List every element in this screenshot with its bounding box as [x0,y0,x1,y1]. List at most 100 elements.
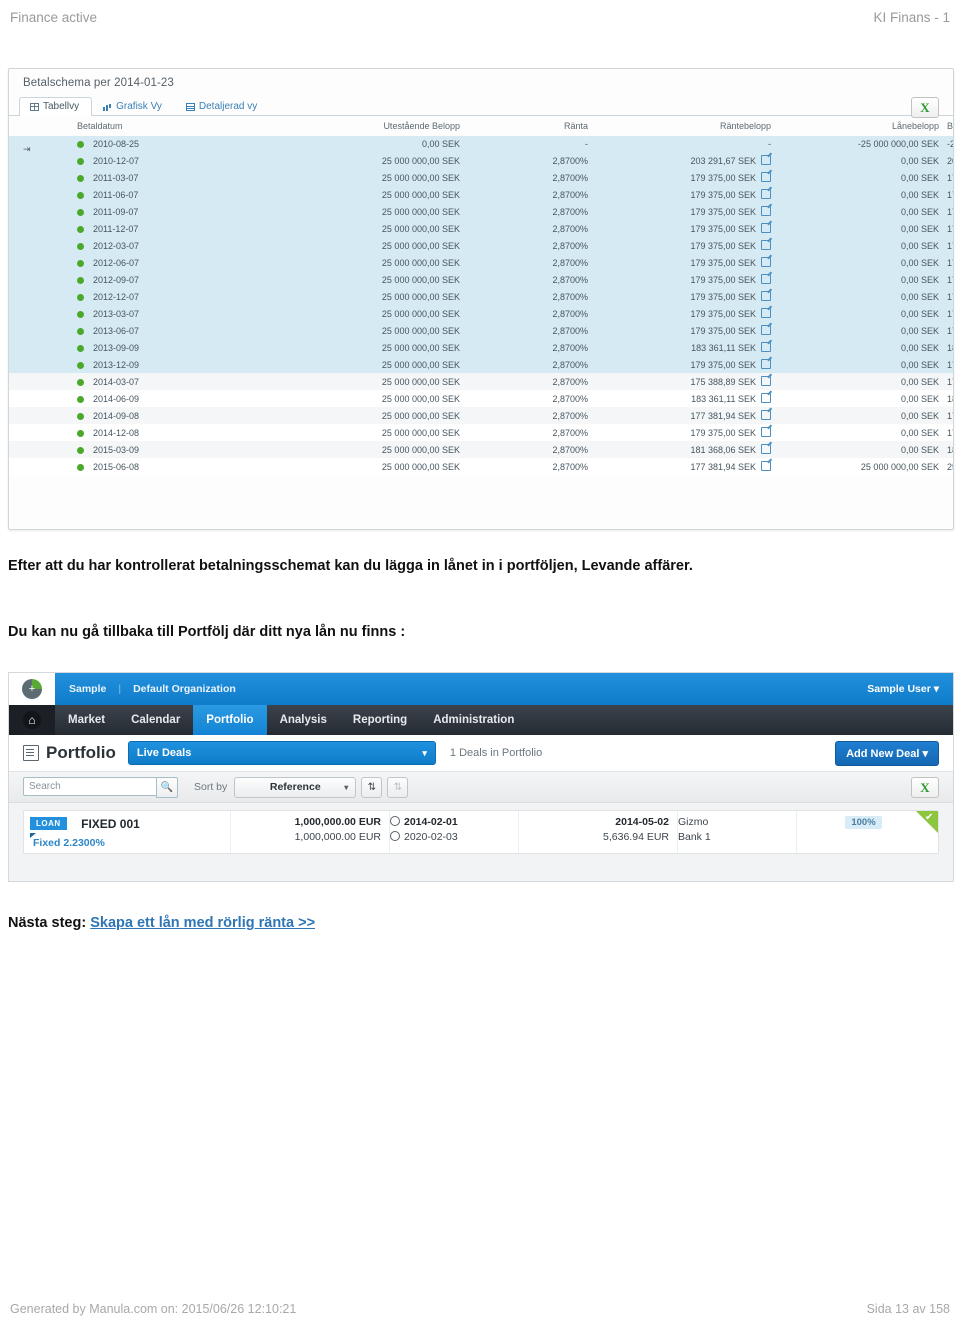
edit-icon[interactable] [761,325,771,335]
table-row[interactable]: 2013-12-09 25 000 000,00 SEK 2,8700% 179 37… [9,356,953,373]
paragraph-one: Efter att du har kontrollerat betalnings… [8,558,693,574]
column-utestaende-belopp[interactable]: Utestående Belopp [295,116,468,136]
betaldatum-value: 2014-12-08 [93,427,140,438]
status-dot-icon [77,429,84,437]
cell-betalbelopp: 25 177 381,94 SEK [947,458,953,475]
deal-list-item[interactable]: LOAN FIXED 001 Fixed 2.2300% 1,000,000.0… [23,810,939,854]
table-row[interactable]: 2012-12-07 25 000 000,00 SEK 2,8700% 179 37… [9,288,953,305]
tab-tabellvy[interactable]: Tabellvy [19,97,93,116]
check-icon: ✔ [925,812,934,823]
add-new-deal-button[interactable]: Add New Deal ▾ [835,740,939,766]
cell-utestaende-belopp: 25 000 000,00 SEK [295,407,468,424]
column-ranta[interactable]: Ränta [468,116,596,136]
edit-icon[interactable] [761,172,771,182]
table-row[interactable]: 2013-03-07 25 000 000,00 SEK 2,8700% 179 37… [9,305,953,322]
sort-descending-button[interactable]: ⇅ [387,776,409,798]
betaldatum-value: 2013-06-07 [93,325,140,336]
edit-icon[interactable] [761,376,771,386]
schedule-panel-title: Betalschema per 2014-01-23 [23,77,174,89]
deals-filter-dropdown[interactable]: Live Deals ▾ [127,741,436,765]
nav-item-analysis[interactable]: Analysis [267,705,340,735]
org-name-primary[interactable]: Sample [69,683,106,695]
cell-betaldatum: 2012-06-07 [43,254,295,271]
table-row[interactable]: ⇥ 2010-08-25 0,00 SEK - - -25 000 000,00 SEK -… [9,136,953,154]
table-row[interactable]: 2014-12-08 25 000 000,00 SEK 2,8700% 179 37… [9,424,953,441]
search-input[interactable]: Search [23,776,156,796]
org-name-secondary[interactable]: Default Organization [133,683,236,695]
edit-icon[interactable] [761,240,771,250]
edit-icon[interactable] [761,291,771,301]
cell-rantebelopp-value: 183 361,11 SEK [691,343,756,353]
deal-type-badge-wrap: LOAN [30,815,67,838]
status-dot-icon [77,141,84,149]
table-row[interactable]: 2014-06-09 25 000 000,00 SEK 2,8700% 183 36… [9,390,953,407]
edit-icon[interactable] [761,427,771,437]
edit-icon[interactable] [761,410,771,420]
cell-rantebelopp: 179 375,00 SEK [596,288,779,305]
column-rantebelopp[interactable]: Räntebelopp [596,116,779,136]
cell-betalbelopp-value: 179 375,00 SEK [947,206,953,217]
column-betalbelopp[interactable]: Betalbelopp [947,116,953,136]
home-button[interactable] [9,705,55,735]
table-row[interactable]: 2011-09-07 25 000 000,00 SEK 2,8700% 179 37… [9,203,953,220]
export-excel-button-portfolio[interactable]: X [911,777,939,798]
cell-ranta-value: 2,8700% [552,376,588,387]
cell-betalbelopp: 183 361,11 SEK [947,339,953,356]
table-row[interactable]: 2013-09-09 25 000 000,00 SEK 2,8700% 183 36… [9,339,953,356]
cell-betalbelopp: -25 000 000,00 SEK [947,136,953,152]
table-row[interactable]: 2012-03-07 25 000 000,00 SEK 2,8700% 179 37… [9,237,953,254]
column-betaldatum[interactable]: Betaldatum [43,116,295,136]
edit-icon[interactable] [761,189,771,199]
cell-rantebelopp-value: 177 381,94 SEK [690,462,756,472]
column-lanebelopp[interactable]: Lånebelopp [779,116,947,136]
nav-item-reporting[interactable]: Reporting [340,705,420,735]
edit-icon[interactable] [761,461,771,471]
table-row[interactable]: 2010-12-07 25 000 000,00 SEK 2,8700% 203 29… [9,152,953,169]
list-icon [185,102,195,111]
table-row[interactable]: 2011-06-07 25 000 000,00 SEK 2,8700% 179 37… [9,186,953,203]
edit-icon[interactable] [761,206,771,216]
tab-grafisk-vy[interactable]: Grafisk Vy [92,97,175,116]
nav-item-calendar[interactable]: Calendar [118,705,193,735]
export-excel-button[interactable]: X [911,97,939,118]
cell-utestaende-belopp: 25 000 000,00 SEK [295,220,468,237]
table-row[interactable]: 2015-03-09 25 000 000,00 SEK 2,8700% 181 36… [9,441,953,458]
table-row[interactable]: 2012-06-07 25 000 000,00 SEK 2,8700% 179 37… [9,254,953,271]
tab-detaljerad-vy[interactable]: Detaljerad vy [175,97,270,116]
edit-icon[interactable] [761,257,771,267]
table-row[interactable]: 2014-03-07 25 000 000,00 SEK 2,8700% 175 38… [9,373,953,390]
nav-item-administration[interactable]: Administration [420,705,527,735]
edit-icon[interactable] [761,274,771,284]
edit-icon[interactable] [761,223,771,233]
edit-icon[interactable] [761,308,771,318]
sort-ascending-button[interactable]: ⇅ [361,776,383,798]
deals-filter-value: Live Deals [136,747,192,759]
deal-amount-outstanding: 1,000,000.00 EUR [294,831,381,843]
next-step-link[interactable]: Skapa ett lån med rörlig ränta >> [90,915,315,931]
table-row[interactable]: 2014-09-08 25 000 000,00 SEK 2,8700% 177 38… [9,407,953,424]
cell-lanebelopp-value: 0,00 SEK [900,410,939,421]
edit-icon[interactable] [761,359,771,369]
cell-lanebelopp: 0,00 SEK [779,220,947,237]
nav-item-portfolio[interactable]: Portfolio [193,705,267,735]
edit-icon[interactable] [761,393,771,403]
nav-item-market[interactable]: Market [55,705,118,735]
cell-lanebelopp: 0,00 SEK [779,254,947,271]
cell-lanebelopp-value: 0,00 SEK [900,189,939,200]
sort-field-dropdown[interactable]: Reference ▾ [234,776,357,798]
edit-icon[interactable] [761,155,771,165]
app-logo[interactable] [9,673,55,705]
cell-ranta-value: 2,8700% [552,189,588,200]
cell-betalbelopp-value: 25 177 381,94 SEK [947,461,953,472]
user-menu[interactable]: Sample User ▾ [867,683,939,695]
edit-icon[interactable] [761,444,771,454]
cell-ranta: 2,8700% [468,220,596,237]
table-row[interactable]: 2011-12-07 25 000 000,00 SEK 2,8700% 179 37… [9,220,953,237]
edit-icon[interactable] [761,342,771,352]
table-row[interactable]: 2011-03-07 25 000 000,00 SEK 2,8700% 179 37… [9,169,953,186]
table-row[interactable]: 2012-09-07 25 000 000,00 SEK 2,8700% 179 37… [9,271,953,288]
table-row[interactable]: 2013-06-07 25 000 000,00 SEK 2,8700% 179 37… [9,322,953,339]
table-row[interactable]: 2015-06-08 25 000 000,00 SEK 2,8700% 177 38… [9,458,953,475]
status-dot-icon [77,344,84,352]
search-button[interactable]: 🔍 [156,776,178,798]
